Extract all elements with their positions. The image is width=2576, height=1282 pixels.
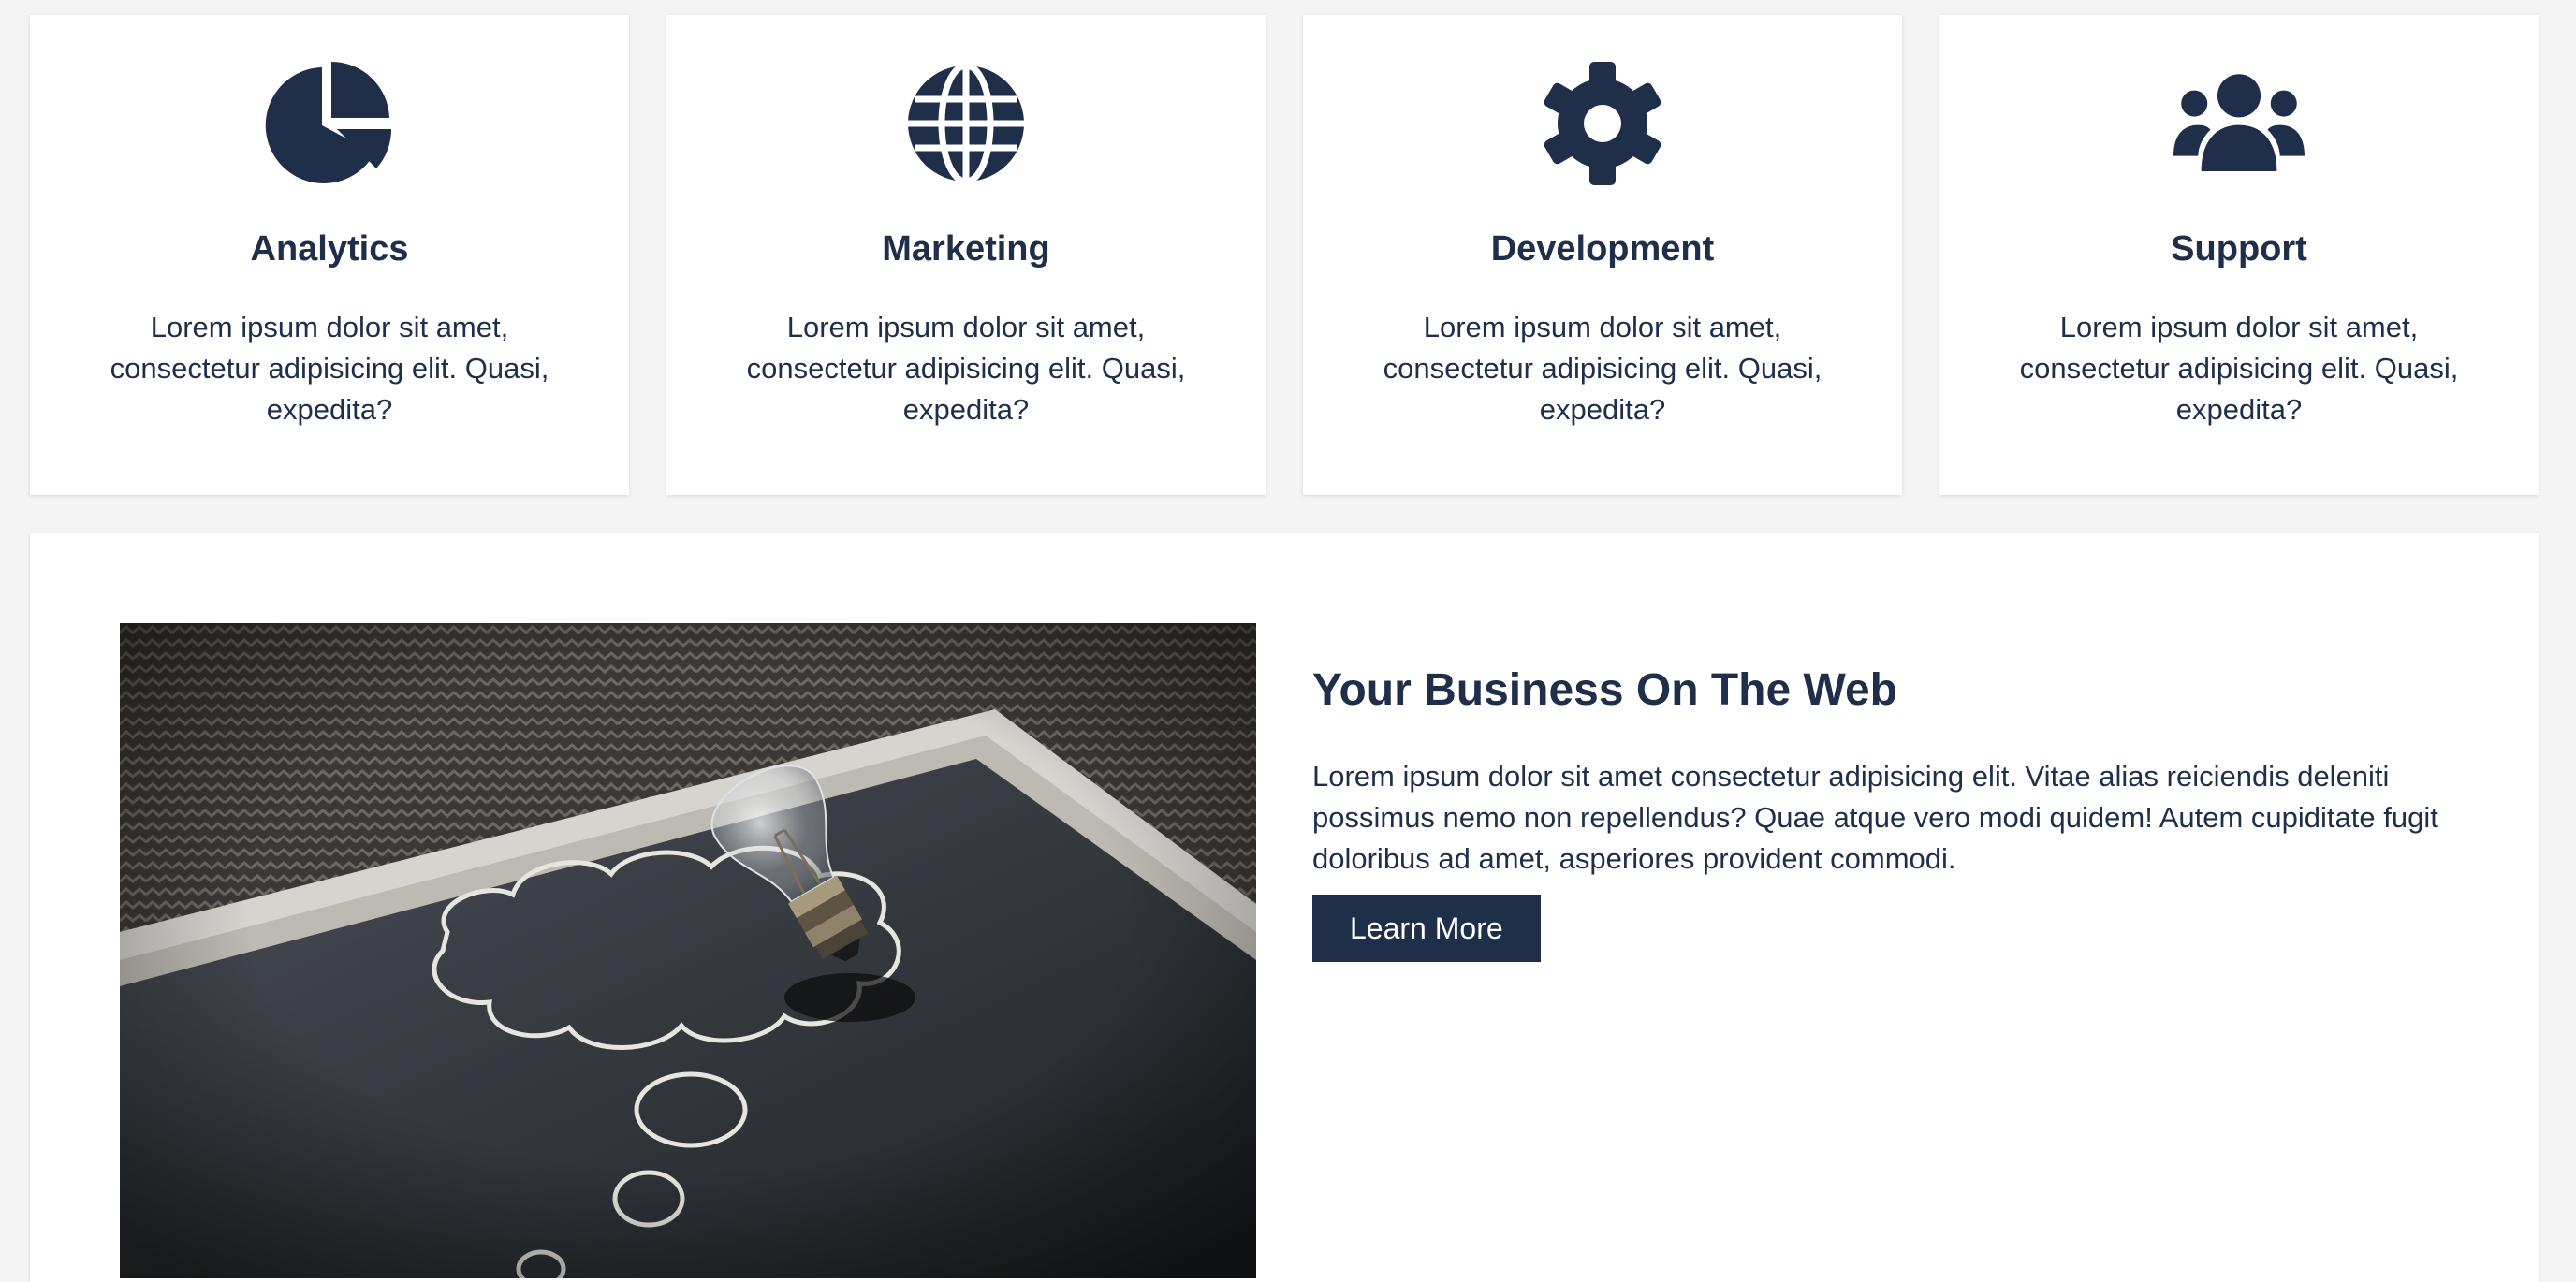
feature-card-marketing: Marketing Lorem ipsum dolor sit amet, co…: [666, 15, 1266, 495]
learn-more-button[interactable]: Learn More: [1312, 895, 1541, 962]
gear-icon: [1544, 62, 1661, 185]
feature-title: Analytics: [250, 229, 409, 269]
feature-description: Lorem ipsum dolor sit amet, consectetur …: [746, 311, 1186, 426]
showcase-content: Your Business On The Web Lorem ipsum dol…: [1312, 663, 2473, 962]
feature-card-development: Development Lorem ipsum dolor sit amet, …: [1303, 15, 1902, 495]
globe-icon: [908, 62, 1024, 185]
showcase-title: Your Business On The Web: [1312, 665, 1897, 715]
feature-title: Development: [1490, 229, 1715, 269]
feature-title: Support: [2171, 229, 2307, 269]
feature-card-support: Support Lorem ipsum dolor sit amet, cons…: [1939, 15, 2539, 495]
feature-description: Lorem ipsum dolor sit amet, consectetur …: [2019, 311, 2459, 426]
feature-description: Lorem ipsum dolor sit amet, consectetur …: [110, 311, 549, 426]
lightbulb-on-chalkboard-photo: [120, 623, 1256, 1278]
feature-description: Lorem ipsum dolor sit amet, consectetur …: [1383, 311, 1822, 426]
feature-card-analytics: Analytics Lorem ipsum dolor sit amet, co…: [30, 15, 629, 495]
features-section: Analytics Lorem ipsum dolor sit amet, co…: [30, 15, 2539, 495]
pie-chart-icon: [265, 61, 392, 183]
showcase-description: Lorem ipsum dolor sit amet consectetur a…: [1312, 760, 2438, 875]
users-icon: [2174, 74, 2305, 172]
feature-title: Marketing: [882, 229, 1050, 269]
showcase-section: Your Business On The Web Lorem ipsum dol…: [30, 533, 2539, 1282]
